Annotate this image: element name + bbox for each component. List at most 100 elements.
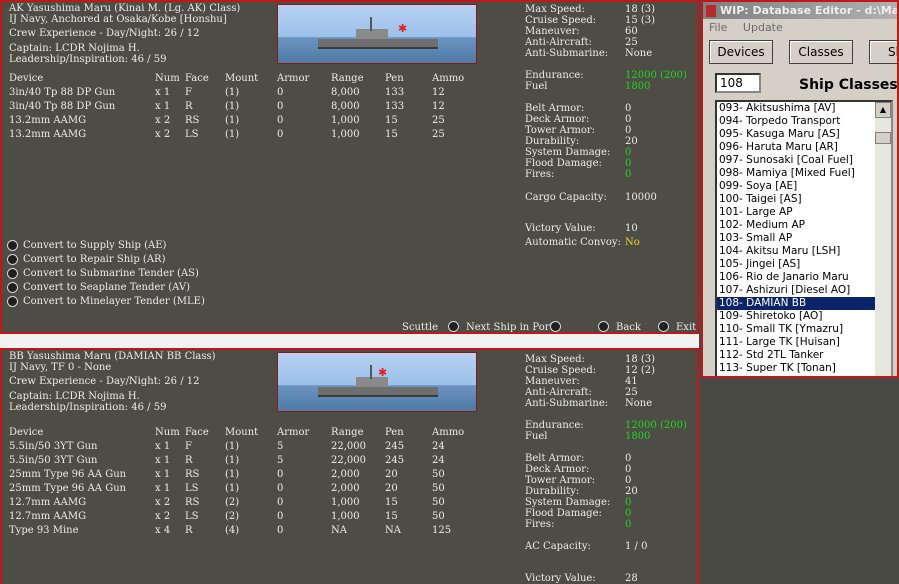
list-scrollbar[interactable]: ▲ (875, 102, 891, 376)
device-cell: LS (185, 511, 199, 522)
ship-class-item[interactable]: 107- Ashizuri [Diesel AO] (717, 284, 879, 297)
device-cell: 25mm Type 96 AA Gun (9, 469, 127, 480)
ship-class-item[interactable]: 111- Large TK [Huisan] (717, 336, 879, 349)
ship-class-item[interactable]: 094- Torpedo Transport (717, 115, 879, 128)
next-ship-button[interactable]: Next Ship in Port (466, 322, 554, 332)
device-cell: 22,000 (331, 441, 366, 452)
device-cell: 8,000 (331, 101, 360, 112)
ship-class-item[interactable]: 113- Super TK [Tonan] (717, 362, 879, 375)
stat-value: 20 (625, 486, 638, 497)
flag-icon: ✱ (398, 22, 408, 35)
device-cell: 12 (432, 87, 445, 98)
ship-image: ✱ (277, 352, 477, 412)
column-header: Range (331, 73, 364, 84)
stat-value: 1800 (625, 431, 651, 442)
option-label: Convert to Supply Ship (AE) (23, 240, 167, 251)
ship-class-item[interactable]: 100- Taigei [AS] (717, 193, 879, 206)
classes-button[interactable]: Classes (789, 40, 853, 64)
stat-value: 0 (625, 103, 632, 114)
device-cell: 13.2mm AAMG (9, 129, 87, 140)
ship-class-list[interactable]: 093- Akitsushima [AV] 094- Torpedo Transp… (715, 100, 893, 376)
stat-label: Endurance: (525, 420, 584, 431)
ship-class-item[interactable]: 110- Small TK [Ymazru] (717, 323, 879, 336)
next-arrow-icon[interactable] (550, 321, 561, 332)
column-header: Ammo (432, 73, 465, 84)
device-cell: 8,000 (331, 87, 360, 98)
stat-value: 0 (625, 125, 632, 136)
radio-icon (7, 240, 18, 251)
stat-label: Deck Armor: (525, 464, 590, 475)
devices-button[interactable]: Devices (709, 40, 773, 64)
back-icon[interactable] (598, 321, 609, 332)
stat-value: 15 (3) (625, 15, 656, 26)
device-cell: x 1 (155, 101, 171, 112)
device-cell: 5 (277, 455, 284, 466)
column-header: Face (185, 427, 209, 438)
device-cell: F (185, 87, 192, 98)
device-cell: 133 (385, 101, 405, 112)
stat-value: 0 (625, 508, 632, 519)
stat-value: 41 (625, 376, 638, 387)
device-cell: 3in/40 Tp 88 DP Gun (9, 101, 116, 112)
device-cell: LS (185, 129, 199, 140)
stat-label: Cruise Speed: (525, 15, 597, 26)
class-search-input[interactable]: 108 (715, 73, 761, 93)
device-cell: 12 (432, 101, 445, 112)
back-button[interactable]: Back (616, 322, 641, 332)
ship-class-item[interactable]: 103- Small AP (717, 232, 879, 245)
stat-label: Maneuver: (525, 376, 580, 387)
convert-option[interactable]: Convert to Submarine Tender (AS) (7, 268, 199, 279)
column-header: Num (155, 427, 180, 438)
stat-label: System Damage: (525, 497, 611, 508)
device-cell: 133 (385, 87, 405, 98)
ship-class-item[interactable]: 095- Kasuga Maru [AS] (717, 128, 879, 141)
stat-value: 12000 (200) (625, 70, 687, 81)
column-header: Device (9, 427, 44, 438)
ship-class-item[interactable]: 108- DAMIAN BB (717, 297, 879, 310)
column-header: Armor (277, 73, 310, 84)
device-cell: R (185, 101, 193, 112)
ships-button[interactable]: Sh (869, 40, 897, 64)
ship-class-item[interactable]: 102- Medium AP (717, 219, 879, 232)
device-cell: (1) (225, 455, 240, 466)
title-bar[interactable]: WIP: Database Editor - d:\Matrix (703, 2, 897, 19)
radio-icon (7, 268, 18, 279)
scroll-thumb[interactable] (875, 132, 891, 144)
device-cell: 0 (277, 129, 284, 140)
stat-value: 1 / 0 (625, 541, 648, 552)
device-cell: (4) (225, 525, 240, 536)
exit-icon[interactable] (658, 321, 669, 332)
ship-class-item[interactable]: 093- Akitsushima [AV] (717, 102, 879, 115)
ship-class-item[interactable]: 106- Rio de Janario Maru (717, 271, 879, 284)
stat-label: Endurance: (525, 70, 584, 81)
exit-button[interactable]: Exit (676, 322, 696, 332)
device-cell: 245 (385, 441, 405, 452)
column-header: Device (9, 73, 44, 84)
menu-update[interactable]: Update (743, 21, 783, 34)
ship-class-item[interactable]: 105- Jingei [AS] (717, 258, 879, 271)
ship-class-item[interactable]: 109- Shiretoko [AO] (717, 310, 879, 323)
device-cell: 5.5in/50 3YT Gun (9, 455, 98, 466)
scuttle-button[interactable]: Scuttle (402, 322, 438, 332)
column-header: Num (155, 73, 180, 84)
ship-class-item[interactable]: 114- Otowa [TK] (717, 375, 879, 376)
device-cell: 25 (432, 115, 445, 126)
ship-class-item[interactable]: 101- Large AP (717, 206, 879, 219)
ship-class-item[interactable]: 096- Haruta Maru [AR] (717, 141, 879, 154)
ship-class-item[interactable]: 097- Sunosaki [Coal Fuel] (717, 154, 879, 167)
scroll-up-icon[interactable]: ▲ (875, 102, 891, 118)
convert-option[interactable]: Convert to Seaplane Tender (AV) (7, 282, 190, 293)
ship-class-item[interactable]: 098- Mamiya [Mixed Fuel] (717, 167, 879, 180)
device-cell: NA (385, 525, 401, 536)
ship-class-item[interactable]: 099- Soya [AE] (717, 180, 879, 193)
convert-option[interactable]: Convert to Minelayer Tender (MLE) (7, 296, 205, 307)
menu-file[interactable]: File (709, 21, 727, 34)
prev-arrow-icon[interactable] (448, 321, 459, 332)
ship-class-item[interactable]: 104- Akitsu Maru [LSH] (717, 245, 879, 258)
stat-value: None (625, 398, 653, 409)
convert-option[interactable]: Convert to Supply Ship (AE) (7, 240, 166, 251)
stat-label: Belt Armor: (525, 103, 585, 114)
convert-option[interactable]: Convert to Repair Ship (AR) (7, 254, 165, 265)
ship-class-item[interactable]: 112- Std 2TL Tanker (717, 349, 879, 362)
radio-icon (7, 282, 18, 293)
